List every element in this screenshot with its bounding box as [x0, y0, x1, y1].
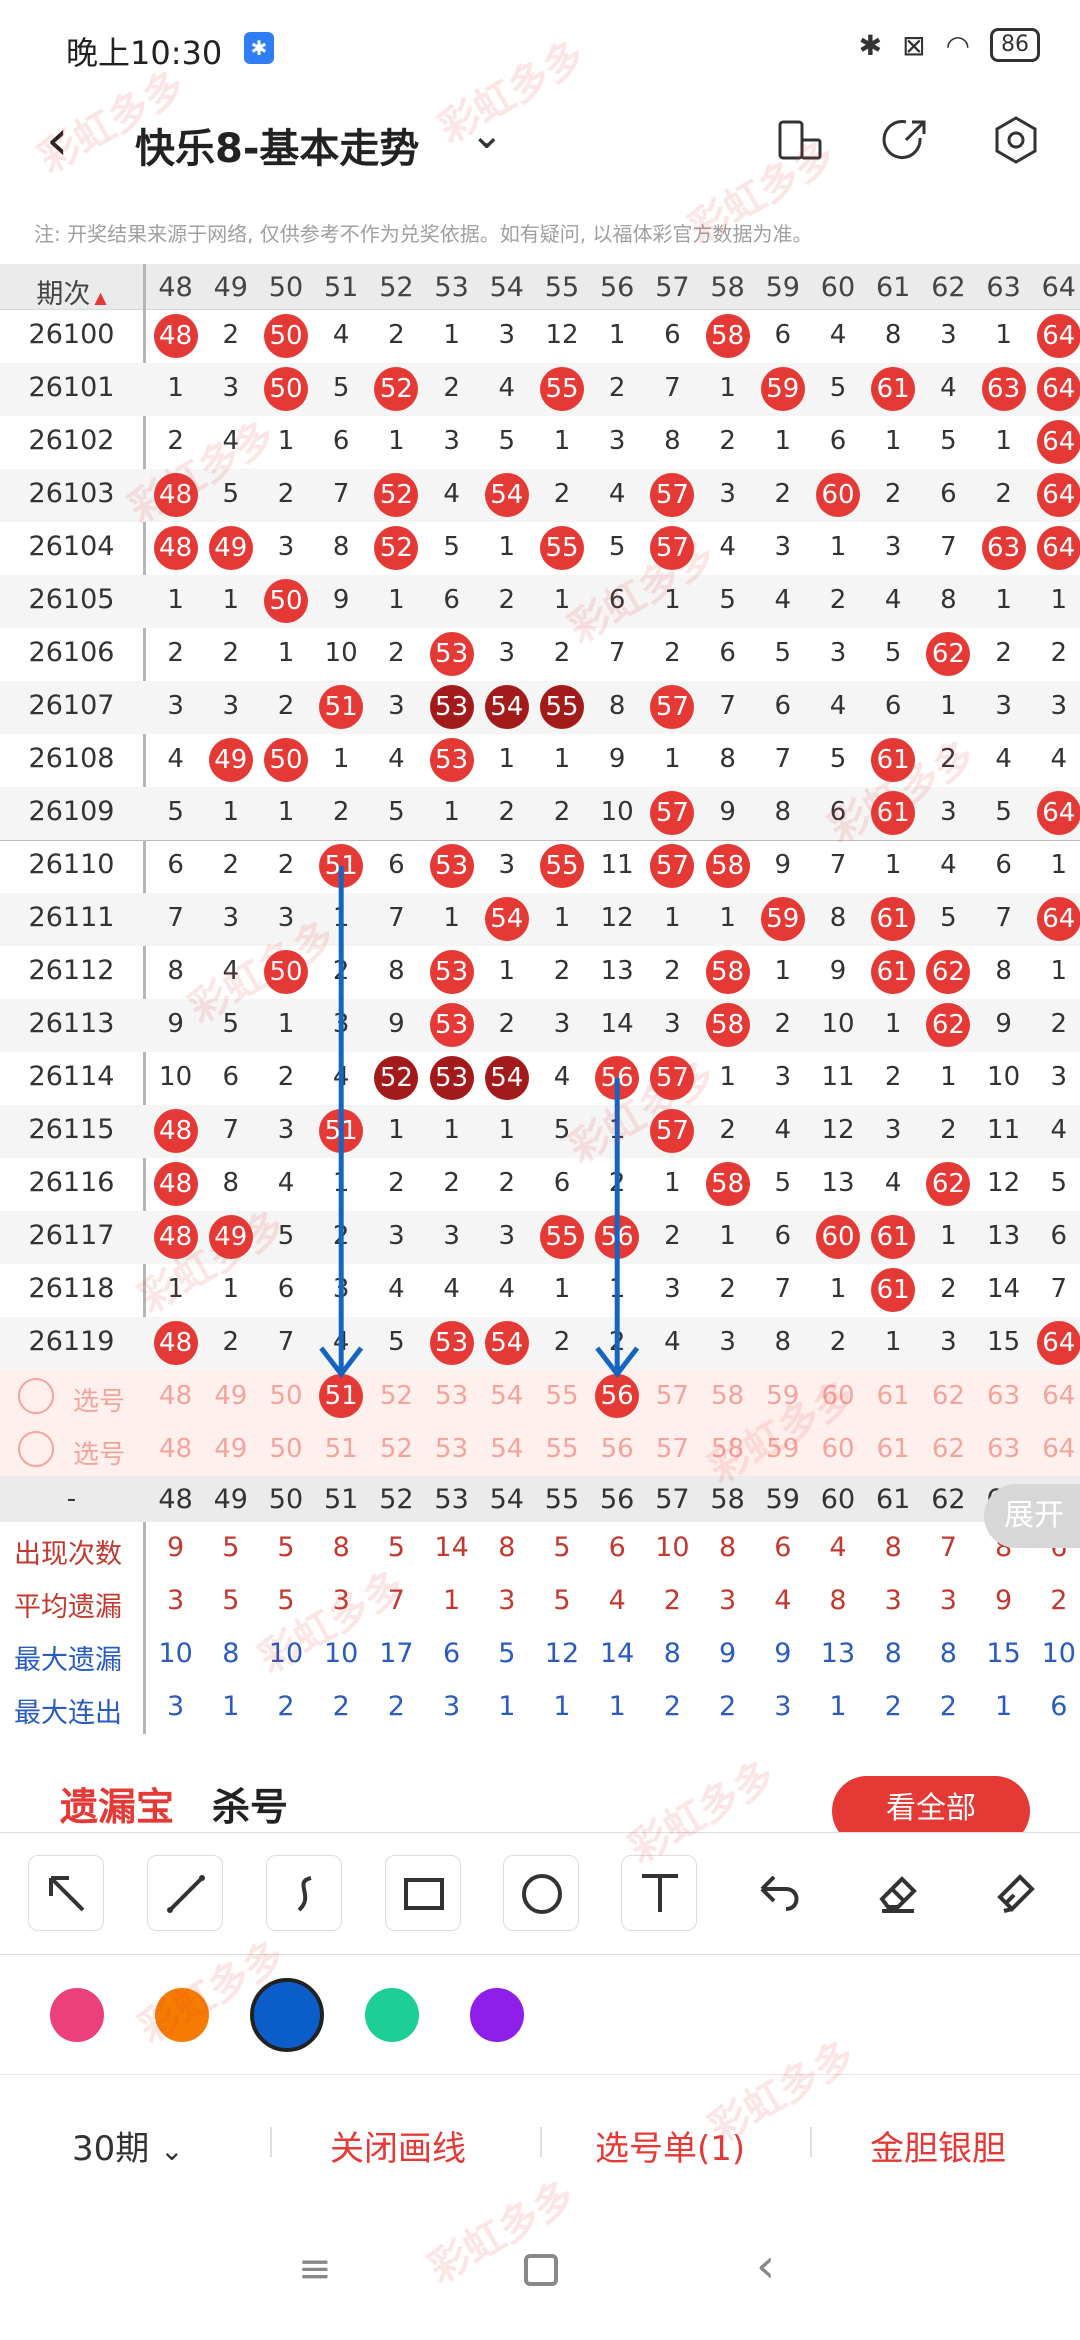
expand-button[interactable]: 展开: [984, 1484, 1080, 1548]
column-header: 55: [544, 272, 580, 303]
promo-panel: 遗漏宝 杀号 看全部: [22, 1752, 1058, 1846]
system-nav-bar: ≡ ‹: [0, 2210, 1080, 2340]
line-tool-icon[interactable]: [147, 1855, 223, 1931]
column-header: 58: [710, 272, 745, 303]
eraser-tool-icon[interactable]: [858, 1855, 934, 1931]
golden-ball-button[interactable]: 金胆银胆: [870, 2121, 1006, 2170]
wifi-icon: ◠: [945, 28, 970, 62]
status-bar: 晚上10:30 ✱ ✱ ⊠ ◠ 86: [0, 0, 1080, 90]
column-header: 63: [986, 272, 1021, 303]
column-header: 48: [158, 272, 193, 303]
color-swatch[interactable]: [470, 1988, 524, 2042]
drawn-arrow: [595, 1078, 640, 1379]
column-header: 53: [434, 272, 469, 303]
bluetooth-icon: ✱: [858, 28, 883, 62]
color-picker: [0, 1954, 1080, 2074]
column-header: 56: [600, 272, 635, 303]
column-header: 60: [820, 272, 856, 303]
drawn-arrows: [319, 866, 640, 1379]
column-header: 64: [1041, 272, 1076, 303]
column-header: 49: [213, 272, 248, 303]
column-header: 62: [931, 272, 966, 303]
battery-icon: 86: [990, 28, 1040, 62]
color-swatch[interactable]: [50, 1988, 104, 2042]
no-sim-icon: ⊠: [902, 28, 926, 62]
menu-icon[interactable]: ≡: [298, 2246, 332, 2292]
divider: [810, 2127, 812, 2157]
arrow-tool-icon[interactable]: [28, 1855, 104, 1931]
column-header: 61: [876, 272, 911, 303]
undo-tool-icon[interactable]: [740, 1855, 816, 1931]
color-swatch[interactable]: [155, 1988, 209, 2042]
chevron-down-icon: ⌄: [160, 2134, 184, 2167]
back-icon[interactable]: ‹: [46, 108, 68, 173]
color-swatch[interactable]: [365, 1988, 419, 2042]
page-title[interactable]: 快乐8-基本走势: [135, 116, 419, 174]
period-select[interactable]: 30期 ⌄: [72, 2121, 184, 2170]
drawn-arrow: [319, 866, 364, 1379]
promo-title-black: 杀号: [212, 1785, 289, 1829]
status-icons: ✱ ⊠ ◠ 86: [859, 28, 1040, 62]
back-nav-icon[interactable]: ‹: [756, 2238, 775, 2294]
column-header: 57: [655, 272, 690, 303]
divider: [540, 2127, 542, 2157]
column-header: 59: [765, 272, 800, 303]
drawing-toolbar: [0, 1832, 1080, 1954]
status-time: 晚上10:30: [66, 34, 223, 72]
circle-tool-icon[interactable]: [503, 1855, 579, 1931]
column-header: 54: [489, 272, 524, 303]
selection-list-button[interactable]: 选号单(1): [595, 2121, 745, 2170]
text-tool-icon[interactable]: [621, 1855, 697, 1931]
bottom-action-bar: 30期 ⌄ 关闭画线 选号单(1) 金胆银胆: [0, 2074, 1080, 2210]
chevron-down-icon[interactable]: ⌄: [470, 112, 504, 158]
rectangle-tool-icon[interactable]: [385, 1855, 461, 1931]
divider: [270, 2127, 272, 2157]
settings-icon[interactable]: [988, 112, 1044, 168]
bluetooth-badge-icon: ✱: [244, 32, 274, 64]
color-swatch[interactable]: [250, 1978, 324, 2052]
curve-tool-icon[interactable]: [266, 1855, 342, 1931]
clear-tool-icon[interactable]: [976, 1855, 1052, 1931]
promo-title-red: 遗漏宝: [60, 1785, 175, 1829]
nav-header: ‹ 快乐8-基本走势 ⌄: [0, 90, 1080, 190]
column-header: 52: [379, 272, 414, 303]
column-header: 51: [324, 272, 359, 303]
home-icon[interactable]: [524, 2254, 558, 2286]
close-line-button[interactable]: 关闭画线: [330, 2121, 466, 2170]
disclaimer-note: 注: 开奖结果来源于网络, 仅供参考不作为兑奖依据。如有疑问, 以福体彩官方数据…: [34, 222, 813, 246]
share-icon[interactable]: [876, 112, 932, 168]
screen-rotate-icon[interactable]: [772, 112, 828, 168]
column-header: 50: [268, 272, 304, 303]
